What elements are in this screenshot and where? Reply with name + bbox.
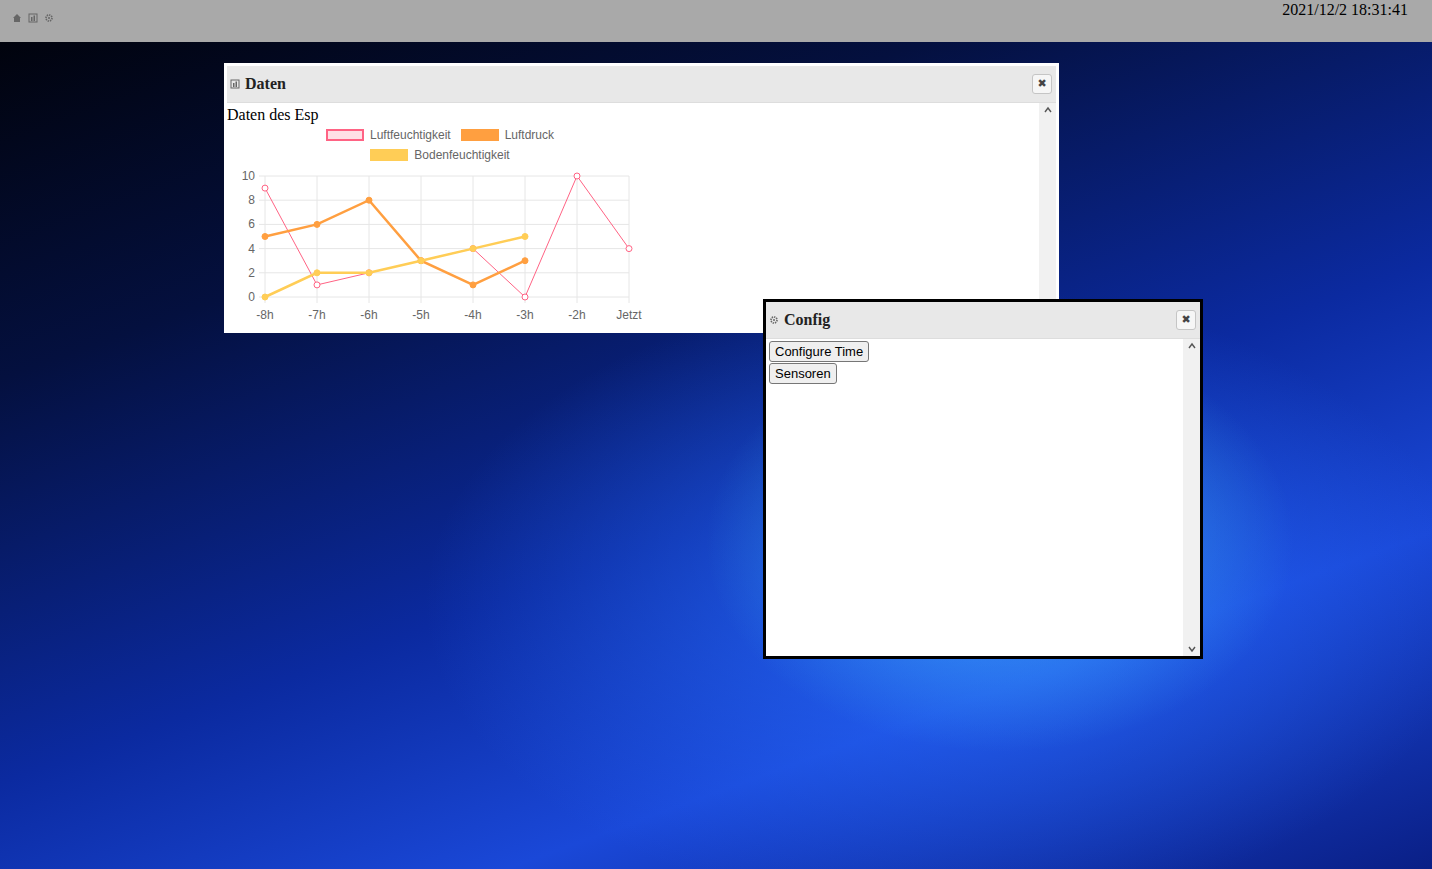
x-tick: -7h: [308, 308, 325, 322]
chart-series: [262, 197, 528, 288]
data-point[interactable]: [522, 234, 528, 240]
data-point[interactable]: [418, 258, 424, 264]
title-bar[interactable]: Daten ✖: [227, 66, 1056, 103]
grid-line: [259, 248, 629, 249]
grid-line: [369, 176, 370, 303]
chart-icon[interactable]: [28, 13, 38, 23]
data-point[interactable]: [366, 270, 372, 276]
data-point[interactable]: [314, 270, 320, 276]
config-window[interactable]: Config ✖ Configure TimeSensoren: [763, 299, 1203, 659]
scroll-down-icon[interactable]: [1187, 644, 1197, 654]
legend-item[interactable]: Bodenfeuchtigkeit: [370, 148, 509, 162]
chart-legend: Luftfeuchtigkeit Luftdruck Bodenfeuchtigke…: [300, 128, 580, 162]
data-point[interactable]: [262, 185, 268, 191]
config-button[interactable]: Sensoren: [769, 363, 837, 384]
chart-icon: [230, 79, 240, 89]
gear-icon: [769, 315, 779, 325]
data-point[interactable]: [418, 258, 424, 264]
page: 2021/12/2 18:31:41 Daten ✖ Daten des Esp Luf…: [0, 0, 1432, 869]
chart-series: [262, 173, 632, 300]
clock: 2021/12/2 18:31:41: [1282, 0, 1408, 19]
series-line: [265, 200, 525, 285]
home-icon[interactable]: [12, 13, 22, 23]
grid-line: [629, 176, 630, 303]
close-button[interactable]: ✖: [1032, 74, 1052, 94]
window-title: Daten: [245, 75, 1027, 93]
grid-line: [577, 176, 578, 303]
y-tick: 2: [248, 266, 255, 280]
data-point[interactable]: [470, 282, 476, 288]
y-tick: 6: [248, 217, 255, 231]
x-tick: Jetzt: [616, 308, 642, 322]
close-button[interactable]: ✖: [1176, 310, 1196, 330]
data-point[interactable]: [522, 258, 528, 264]
x-tick: -6h: [360, 308, 377, 322]
y-tick: 8: [248, 193, 255, 207]
data-point[interactable]: [522, 294, 528, 300]
y-tick: 0: [248, 290, 255, 304]
config-button[interactable]: Configure Time: [769, 341, 869, 362]
legend-swatch: [326, 129, 364, 141]
heading: Daten des Esp: [227, 103, 1039, 124]
chart-plot: 0 2 4 6 8 10 -8h -7h -6h -5h -4h -3h -2h Jetzt: [227, 166, 653, 326]
grid-line: [421, 176, 422, 303]
data-point[interactable]: [574, 173, 580, 179]
data-point[interactable]: [470, 246, 476, 252]
series-line: [265, 176, 629, 297]
x-tick: -8h: [256, 308, 273, 322]
daten-window[interactable]: Daten ✖ Daten des Esp Luftfeuchtigkeit Luftd…: [224, 63, 1059, 333]
chart-series: [262, 234, 528, 301]
title-bar[interactable]: Config ✖: [766, 302, 1200, 339]
data-point[interactable]: [366, 197, 372, 203]
y-tick: 4: [248, 242, 255, 256]
legend-swatch: [461, 129, 499, 141]
grid-line: [259, 297, 629, 298]
data-point[interactable]: [626, 246, 632, 252]
scrollbar[interactable]: [1183, 339, 1200, 656]
x-tick: -2h: [568, 308, 585, 322]
grid-line: [259, 200, 629, 201]
legend-swatch: [370, 149, 408, 161]
legend-item[interactable]: Luftfeuchtigkeit: [326, 128, 451, 142]
line-chart: Luftfeuchtigkeit Luftdruck Bodenfeuchtigke…: [227, 128, 653, 326]
data-point[interactable]: [366, 270, 372, 276]
data-point[interactable]: [314, 221, 320, 227]
series-line: [265, 237, 525, 298]
desktop: Daten ✖ Daten des Esp Luftfeuchtigkeit Luftd…: [0, 42, 1432, 869]
gear-icon[interactable]: [44, 13, 54, 23]
top-bar: 2021/12/2 18:31:41: [0, 0, 1432, 42]
x-tick: -5h: [412, 308, 429, 322]
y-tick: 10: [242, 169, 256, 183]
data-point[interactable]: [418, 258, 424, 264]
data-point[interactable]: [262, 294, 268, 300]
scrollbar[interactable]: [1039, 103, 1056, 330]
window-title: Config: [784, 311, 1171, 329]
data-point[interactable]: [262, 234, 268, 240]
data-point[interactable]: [470, 246, 476, 252]
scroll-up-icon[interactable]: [1043, 105, 1053, 115]
legend-item[interactable]: Luftdruck: [461, 128, 554, 142]
x-tick: -4h: [464, 308, 481, 322]
x-tick: -3h: [516, 308, 533, 322]
data-point[interactable]: [314, 282, 320, 288]
scroll-up-icon[interactable]: [1187, 341, 1197, 351]
